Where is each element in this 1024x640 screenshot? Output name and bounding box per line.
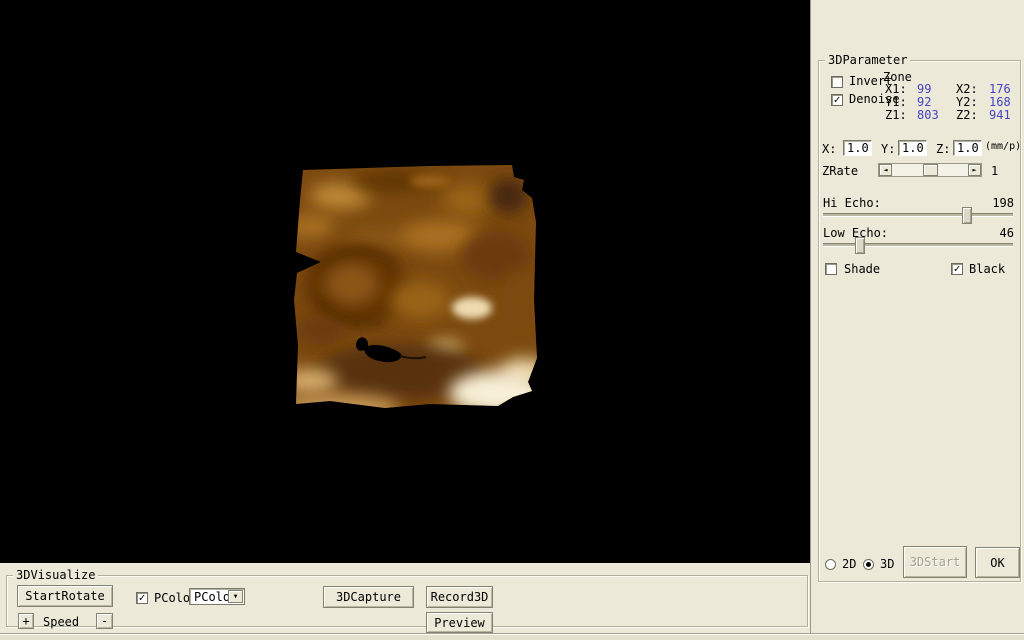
hi-echo-thumb[interactable] xyxy=(962,207,972,224)
zone-y2-label: Y2: xyxy=(956,95,978,109)
zrate-label: ZRate xyxy=(822,164,858,178)
shade-label: Shade xyxy=(844,262,880,276)
zone-x2-value: 176 xyxy=(989,82,1011,96)
shade-checkbox[interactable] xyxy=(825,263,837,275)
3dparameter-groupbox: 3DParameter Invert ✓ Denoise Zone X1: 99… xyxy=(818,60,1021,582)
ok-button[interactable]: OK xyxy=(975,547,1020,578)
speed-minus-button[interactable]: - xyxy=(96,613,113,629)
radio-3d[interactable] xyxy=(863,559,874,570)
zrate-scrollbar[interactable]: ◄ ► xyxy=(878,163,982,177)
3dparameter-group-title: 3DParameter xyxy=(825,53,910,67)
speed-plus-button[interactable]: + xyxy=(18,613,34,629)
3dvisualize-group-title: 3DVisualize xyxy=(13,568,98,582)
zrate-right-arrow-icon[interactable]: ► xyxy=(968,164,981,176)
speed-label: Speed xyxy=(43,615,79,629)
zrate-left-arrow-icon[interactable]: ◄ xyxy=(879,164,892,176)
low-echo-slider[interactable] xyxy=(823,243,1013,247)
scale-z-label: Z: xyxy=(936,142,950,156)
zone-x1-value: 99 xyxy=(917,82,931,96)
zone-z1-label: Z1: xyxy=(885,108,907,122)
parameter-panel: 3DParameter Invert ✓ Denoise Zone X1: 99… xyxy=(810,0,1024,640)
3dstart-button[interactable]: 3DStart xyxy=(903,546,967,578)
chevron-down-icon[interactable]: ▼ xyxy=(228,590,243,603)
scale-y-label: Y: xyxy=(881,142,895,156)
radio-2d[interactable] xyxy=(825,559,836,570)
radio-3d-label: 3D xyxy=(880,557,894,571)
zone-z2-label: Z2: xyxy=(956,108,978,122)
preview-button[interactable]: Preview xyxy=(426,612,493,633)
hi-echo-slider[interactable] xyxy=(823,213,1013,217)
hi-echo-value: 198 xyxy=(992,196,1014,210)
app-window: { "colors": { "panel_bg": "#ece9d8", "vi… xyxy=(0,0,1024,640)
start-rotate-button[interactable]: StartRotate xyxy=(17,585,113,607)
record3d-button[interactable]: Record3D xyxy=(426,586,493,608)
ultrasound-3d-render xyxy=(0,0,810,563)
pcolor-checkbox[interactable]: ✓ xyxy=(136,592,148,604)
render-viewport[interactable] xyxy=(0,0,810,563)
pcolor-combobox[interactable]: PColor ▼ xyxy=(189,588,245,605)
zone-y1-value: 92 xyxy=(917,95,931,109)
scale-x-input[interactable] xyxy=(843,140,872,156)
window-bottom-edge xyxy=(0,633,1024,640)
scale-z-input[interactable] xyxy=(953,140,982,156)
low-echo-thumb[interactable] xyxy=(855,237,865,254)
zrate-thumb[interactable] xyxy=(923,164,938,176)
zone-z2-value: 941 xyxy=(989,108,1011,122)
zone-z1-value: 803 xyxy=(917,108,939,122)
3dvisualize-groupbox: 3DVisualize StartRotate + Speed - ✓ PCol… xyxy=(6,575,808,627)
scale-x-label: X: xyxy=(822,142,836,156)
radio-2d-label: 2D xyxy=(842,557,856,571)
black-label: Black xyxy=(969,262,1005,276)
low-echo-value: 46 xyxy=(1000,226,1014,240)
hi-echo-label: Hi Echo: xyxy=(823,196,881,210)
zrate-value: 1 xyxy=(991,164,998,178)
zone-x2-label: X2: xyxy=(956,82,978,96)
zone-y2-value: 168 xyxy=(989,95,1011,109)
3dcapture-button[interactable]: 3DCapture xyxy=(323,586,414,608)
zone-y1-label: Y1: xyxy=(885,95,907,109)
scale-unit-label: (mm/p) xyxy=(985,141,1021,152)
denoise-checkbox[interactable]: ✓ xyxy=(831,94,843,106)
zone-x1-label: X1: xyxy=(885,82,907,96)
scale-y-input[interactable] xyxy=(898,140,927,156)
invert-checkbox[interactable] xyxy=(831,76,843,88)
black-checkbox[interactable]: ✓ xyxy=(951,263,963,275)
